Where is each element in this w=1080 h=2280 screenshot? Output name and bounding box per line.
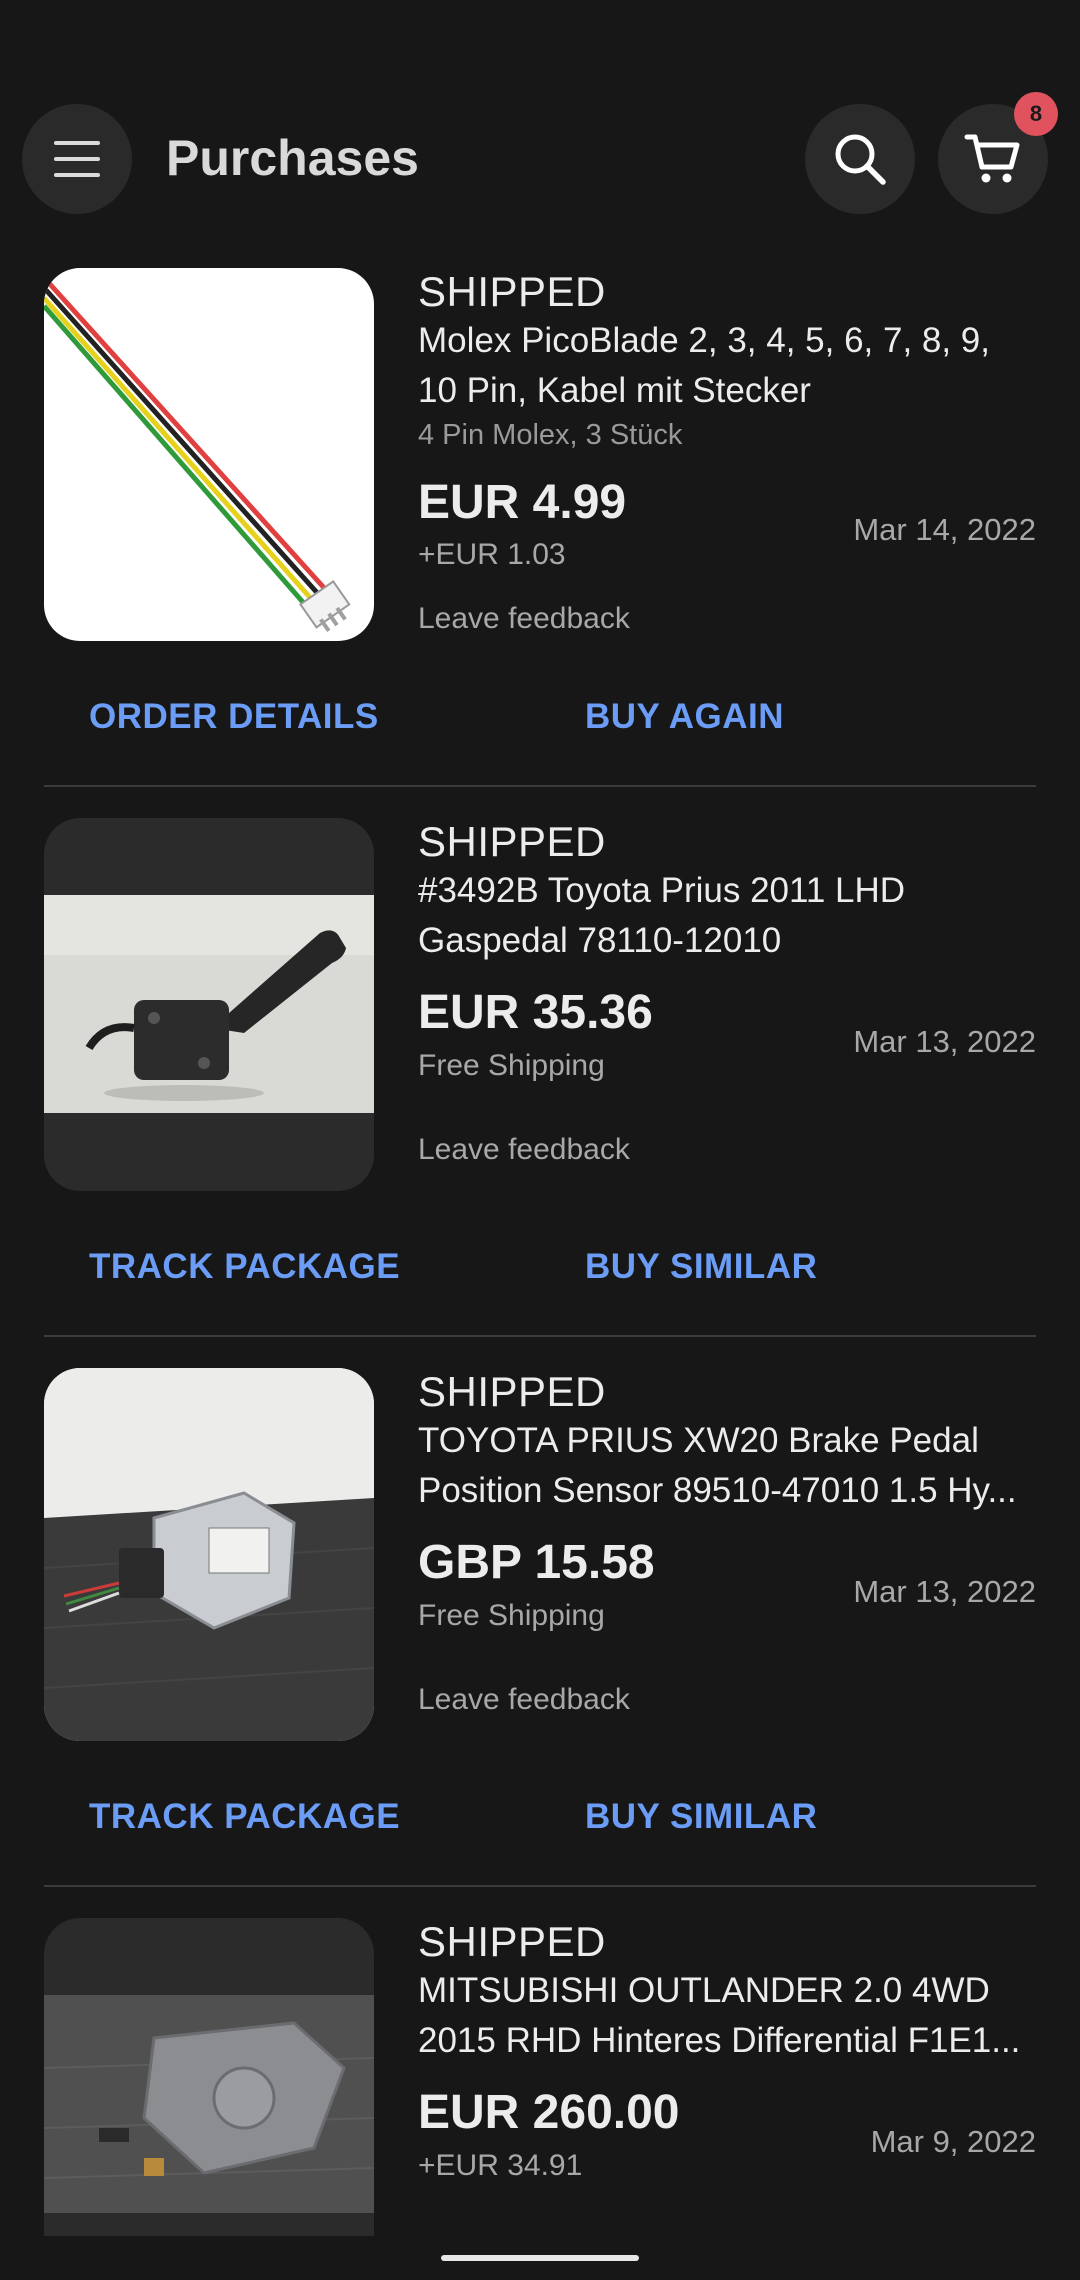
item-price: GBP 15.58 xyxy=(418,1536,655,1589)
order-details-button[interactable]: ORDER DETAILS xyxy=(89,697,379,737)
app-bar: Purchases 8 xyxy=(0,0,1080,250)
item-variant: 4 Pin Molex, 3 Stück xyxy=(418,419,683,451)
shipping-cost: +EUR 1.03 xyxy=(418,538,566,571)
order-status: SHIPPED xyxy=(418,1368,606,1415)
hamburger-menu-icon xyxy=(54,141,100,177)
buy-similar-button[interactable]: BUY SIMILAR xyxy=(585,1797,817,1837)
item-title-line2[interactable]: Position Sensor 89510-47010 1.5 Hy... xyxy=(418,1466,1028,1516)
item-title-line1[interactable]: MITSUBISHI OUTLANDER 2.0 4WD xyxy=(418,1966,1028,2016)
divider xyxy=(44,1885,1036,1887)
track-package-button[interactable]: TRACK PACKAGE xyxy=(89,1797,400,1837)
divider xyxy=(44,1335,1036,1337)
home-indicator[interactable] xyxy=(441,2255,639,2261)
order-date: Mar 14, 2022 xyxy=(853,512,1036,547)
cart-count-badge: 8 xyxy=(1014,92,1058,136)
item-title-line2[interactable]: Gaspedal 78110-12010 xyxy=(418,916,1028,966)
product-image-gas-pedal[interactable] xyxy=(44,818,374,1191)
leave-feedback-link[interactable]: Leave feedback xyxy=(418,601,630,637)
item-title-line1[interactable]: #3492B Toyota Prius 2011 LHD xyxy=(418,866,1028,916)
item-price: EUR 35.36 xyxy=(418,986,653,1039)
item-title-line2[interactable]: 10 Pin, Kabel mit Stecker xyxy=(418,366,1028,416)
item-price: EUR 260.00 xyxy=(418,2086,680,2139)
shipping-cost: Free Shipping xyxy=(418,1599,605,1632)
order-date: Mar 9, 2022 xyxy=(870,2124,1036,2159)
shipping-cost: +EUR 34.91 xyxy=(418,2149,583,2182)
search-button[interactable] xyxy=(805,104,915,214)
menu-button[interactable] xyxy=(22,104,132,214)
product-image-differential[interactable] xyxy=(44,1918,374,2236)
item-price: EUR 4.99 xyxy=(418,476,627,529)
product-image-cable[interactable] xyxy=(44,268,374,641)
divider xyxy=(44,785,1036,787)
item-title-line2[interactable]: 2015 RHD Hinteres Differential F1E1... xyxy=(418,2016,1028,2066)
order-date: Mar 13, 2022 xyxy=(853,1024,1036,1059)
order-date: Mar 13, 2022 xyxy=(853,1574,1036,1609)
shipping-cost: Free Shipping xyxy=(418,1049,605,1082)
item-title-line1[interactable]: Molex PicoBlade 2, 3, 4, 5, 6, 7, 8, 9, xyxy=(418,316,1028,366)
page-title: Purchases xyxy=(166,130,419,186)
product-image-brake-sensor[interactable] xyxy=(44,1368,374,1741)
track-package-button[interactable]: TRACK PACKAGE xyxy=(89,1247,400,1287)
order-status: SHIPPED xyxy=(418,268,606,315)
cart-icon xyxy=(964,134,1020,183)
leave-feedback-link[interactable]: Leave feedback xyxy=(418,1132,630,1168)
buy-again-button[interactable]: BUY AGAIN xyxy=(585,697,784,737)
leave-feedback-link[interactable]: Leave feedback xyxy=(418,1682,630,1718)
buy-similar-button[interactable]: BUY SIMILAR xyxy=(585,1247,817,1287)
item-title-line1[interactable]: TOYOTA PRIUS XW20 Brake Pedal xyxy=(418,1416,1028,1466)
search-icon xyxy=(835,134,886,185)
order-status: SHIPPED xyxy=(418,1918,606,1965)
order-status: SHIPPED xyxy=(418,818,606,865)
